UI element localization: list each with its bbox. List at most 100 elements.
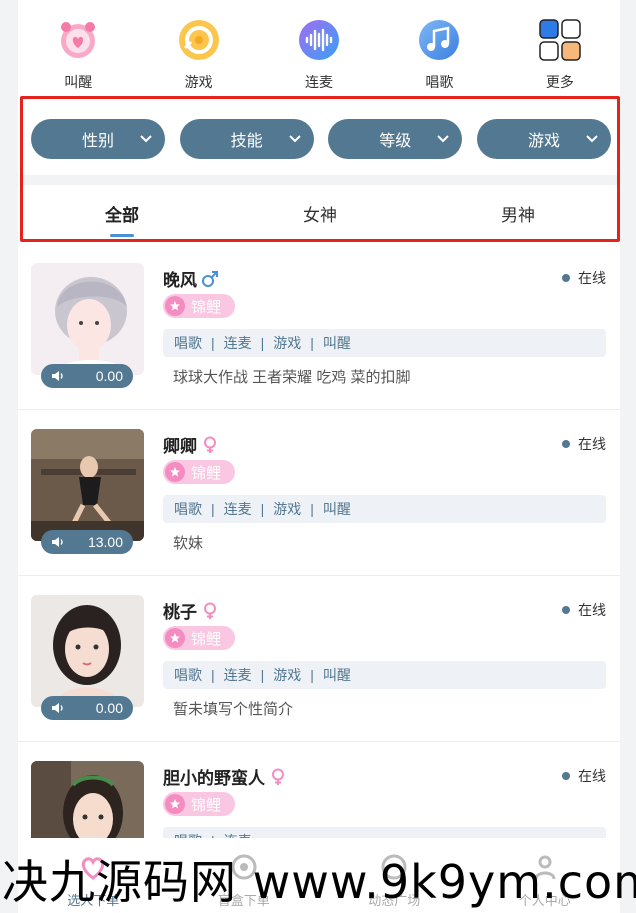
dropdown-label: 游戏 [527, 133, 560, 150]
category-wakeup[interactable]: 叫醒 [18, 0, 138, 96]
skill-tag: 唱歌 [174, 335, 202, 351]
tag-divider: | [211, 335, 215, 351]
voice-duration: 0.00 [95, 368, 123, 384]
voice-play-button[interactable]: 0.00 [41, 696, 133, 720]
skill-tag: 游戏 [273, 667, 302, 683]
filter-dropdowns: 性别 技能 等级 游戏 [31, 119, 611, 159]
filter-panel: 性别 技能 等级 游戏 全部 女神 男神 [20, 96, 620, 242]
avatar [31, 595, 144, 707]
online-status: 在线 [562, 268, 606, 288]
user-name: 桃子 [163, 603, 197, 622]
filter-level-dropdown[interactable]: 等级 [328, 119, 463, 159]
category-bar: 叫醒 游戏 连麦 唱歌 更多 [18, 0, 620, 96]
user-name: 胆小的野蛮人 [163, 769, 265, 788]
gender-tabs: 全部 女神 男神 [23, 189, 617, 239]
user-name-row: 晚风 [163, 266, 219, 291]
category-label: 游戏 [184, 74, 213, 90]
sound-wave-icon [297, 18, 341, 62]
status-label: 在线 [578, 270, 606, 286]
dropdown-label: 等级 [379, 133, 412, 150]
alarm-clock-icon [56, 18, 100, 62]
skill-tag: 连麦 [223, 667, 252, 683]
skill-tags: 唱歌 | 连麦 | 游戏 | 叫醒 [163, 661, 606, 689]
chevron-down-icon [586, 135, 598, 143]
list-item[interactable]: 0.00 桃子 在线 锦鲤 唱歌 | 连麦 | 游戏 | 叫醒 暂未填写个性简介 [18, 576, 620, 742]
category-label: 连麦 [305, 74, 334, 90]
skill-tag: 连麦 [223, 501, 252, 517]
voice-duration: 13.00 [87, 534, 123, 550]
chevron-down-icon [140, 135, 152, 143]
speaker-icon [52, 703, 63, 713]
tab-all[interactable]: 全部 [23, 189, 221, 239]
tab-god[interactable]: 男神 [419, 189, 617, 239]
skill-tags: 唱歌 | 连麦 | 游戏 | 叫醒 [163, 495, 606, 523]
status-dot [562, 274, 570, 282]
skill-tags: 唱歌 | 连麦 | 游戏 | 叫醒 [163, 329, 606, 357]
skill-tag: 游戏 [273, 335, 302, 351]
game-disc-icon [177, 18, 221, 62]
voice-play-button[interactable]: 0.00 [41, 364, 133, 388]
tag-divider: | [260, 667, 265, 683]
user-name-row: 卿卿 [163, 432, 219, 457]
filter-skill-dropdown[interactable]: 技能 [179, 119, 314, 159]
voice-play-button[interactable]: 13.00 [41, 530, 133, 554]
status-dot [562, 606, 570, 614]
tag-divider: | [211, 501, 215, 517]
category-voice[interactable]: 连麦 [259, 0, 379, 96]
user-name: 卿卿 [163, 437, 197, 456]
tag-divider: | [310, 501, 314, 517]
category-label: 唱歌 [425, 74, 454, 90]
female-icon [204, 436, 216, 453]
level-badge: 锦鲤 [163, 294, 235, 318]
female-icon [204, 602, 216, 619]
skill-tag: 连麦 [223, 335, 252, 351]
speaker-icon [52, 537, 63, 547]
list-item[interactable]: 0.00 晚风 在线 锦鲤 唱歌 | 连麦 | 游戏 | 叫醒 球球大作战 王者荣耀 … [18, 244, 620, 410]
online-status: 在线 [562, 434, 606, 454]
female-icon [272, 768, 284, 785]
status-label: 在线 [578, 602, 606, 618]
divider [23, 175, 617, 185]
status-label: 在线 [578, 768, 606, 784]
category-game[interactable]: 游戏 [138, 0, 258, 96]
status-dot [562, 772, 570, 780]
category-sing[interactable]: 唱歌 [379, 0, 499, 96]
star-icon [165, 794, 185, 814]
male-icon [202, 270, 218, 287]
list-item[interactable]: 13.00 卿卿 在线 锦鲤 唱歌 | 连麦 | 游戏 | 叫醒 软妹 [18, 410, 620, 576]
avatar [31, 263, 144, 375]
status-label: 在线 [578, 436, 606, 452]
star-icon [165, 296, 185, 316]
dropdown-label: 技能 [230, 133, 263, 150]
speaker-icon [52, 371, 63, 381]
badge-label: 锦鲤 [191, 796, 222, 814]
online-status: 在线 [562, 766, 606, 786]
tag-divider: | [310, 667, 314, 683]
category-label: 更多 [545, 74, 574, 90]
user-bio: 球球大作战 王者荣耀 吃鸡 菜的扣脚 [173, 369, 411, 386]
star-icon [165, 462, 185, 482]
tag-divider: | [260, 335, 265, 351]
avatar [31, 429, 144, 541]
status-dot [562, 440, 570, 448]
chevron-down-icon [288, 135, 301, 143]
user-bio: 软妹 [173, 535, 204, 552]
skill-tag: 游戏 [273, 501, 302, 517]
skill-tag: 叫醒 [322, 667, 351, 683]
filter-game-dropdown[interactable]: 游戏 [476, 119, 611, 159]
category-more[interactable]: 更多 [500, 0, 620, 96]
badge-label: 锦鲤 [191, 464, 222, 482]
user-bio: 暂未填写个性简介 [173, 701, 294, 718]
page-container: 叫醒 游戏 连麦 唱歌 更多 性别 技能 等级 游戏 全部 女神 男神 0.00… [18, 0, 620, 913]
tab-goddess[interactable]: 女神 [221, 189, 419, 239]
filter-gender-dropdown[interactable]: 性别 [31, 119, 165, 159]
grid-more-icon [538, 18, 582, 62]
skill-tag: 唱歌 [174, 501, 202, 517]
badge-label: 锦鲤 [191, 298, 222, 316]
skill-tag: 唱歌 [174, 667, 202, 683]
music-note-icon [417, 18, 461, 62]
user-list: 0.00 晚风 在线 锦鲤 唱歌 | 连麦 | 游戏 | 叫醒 球球大作战 王者荣耀 … [18, 244, 620, 908]
skill-tag: 叫醒 [322, 335, 351, 351]
user-name: 晚风 [163, 271, 197, 290]
skill-tag: 叫醒 [322, 501, 351, 517]
